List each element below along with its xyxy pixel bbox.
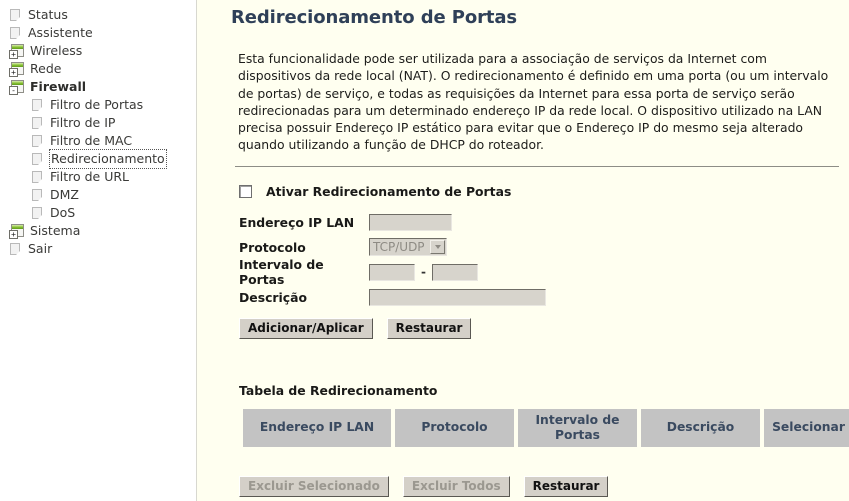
form-button-row: Adicionar/Aplicar Restaurar <box>239 317 849 339</box>
page-icon <box>31 188 44 202</box>
page-icon <box>9 26 22 40</box>
router-admin-page: Status Assistente + Wireless + Rede - Firewall F… <box>0 0 849 501</box>
enable-port-forwarding-checkbox[interactable] <box>239 185 252 199</box>
sidebar-item-redirecionamento[interactable]: Redirecionamento <box>0 149 196 169</box>
table-column-header: Protocolo <box>395 408 514 447</box>
sidebar-item-label: Rede <box>30 61 62 76</box>
sidebar-item-label: Sistema <box>30 223 81 238</box>
sidebar-item-label: Assistente <box>28 25 93 40</box>
sidebar-item-dos[interactable]: DoS <box>0 204 196 222</box>
page-icon <box>31 116 44 130</box>
table-column-header: Intervalo de Portas <box>518 408 637 447</box>
section-divider <box>235 165 839 167</box>
sidebar-item-label: Redirecionamento <box>49 149 167 169</box>
folder-icon: + <box>9 61 24 77</box>
sidebar-item-label: Filtro de MAC <box>50 133 133 148</box>
description-label: Descrição <box>239 289 307 305</box>
protocol-row: Protocolo TCP/UDP <box>239 235 849 260</box>
reset-button[interactable]: Restaurar <box>386 317 472 339</box>
page-icon <box>31 152 44 166</box>
sidebar-item-label: Sair <box>28 241 53 256</box>
table-column-header: Endereço IP LAN <box>243 408 391 447</box>
sidebar-item-filtro-de-url[interactable]: Filtro de URL <box>0 168 196 186</box>
collapse-icon[interactable]: - <box>9 85 18 95</box>
port-range-end-input[interactable] <box>432 263 478 281</box>
table-header-row: Endereço IP LAN Protocolo Intervalo de Por… <box>243 408 849 447</box>
expand-icon[interactable]: + <box>9 229 18 239</box>
sidebar-item-assistente[interactable]: Assistente <box>0 24 196 42</box>
table-button-row: Excluir Selecionado Excluir Todos Restau… <box>239 475 849 497</box>
sidebar-item-label: Filtro de URL <box>50 169 130 184</box>
sidebar-item-status[interactable]: Status <box>0 6 196 24</box>
sidebar-item-label: Wireless <box>30 43 83 58</box>
forwarding-table-title: Tabela de Redirecionamento <box>239 382 438 398</box>
tree-root: Status Assistente + Wireless + Rede - Firewall F… <box>0 6 196 258</box>
sidebar-item-label: DoS <box>50 205 76 220</box>
page-description: Esta funcionalidade pode ser utilizada p… <box>238 51 829 153</box>
table-reset-button[interactable]: Restaurar <box>523 475 609 497</box>
protocol-select[interactable]: TCP/UDP <box>369 238 447 257</box>
port-range-separator: - <box>421 265 426 280</box>
page-icon <box>31 206 44 220</box>
sidebar-item-label: Status <box>28 7 68 22</box>
enable-forwarding-row: Ativar Redirecionamento de Portas <box>239 182 849 202</box>
page-icon <box>31 98 44 112</box>
table-column-header: Descrição <box>641 408 760 447</box>
sidebar-item-firewall[interactable]: - Firewall <box>0 78 196 96</box>
add-apply-button[interactable]: Adicionar/Aplicar <box>239 317 373 339</box>
description-row: Descrição <box>239 285 849 310</box>
port-range-row: Intervalo de Portas - <box>239 257 849 288</box>
page-title: Redirecionamento de Portas <box>231 7 518 28</box>
chevron-down-icon[interactable] <box>430 240 445 255</box>
lan-ip-label: Endereço IP LAN <box>239 214 355 230</box>
description-input[interactable] <box>369 288 546 306</box>
sidebar-item-rede[interactable]: + Rede <box>0 60 196 78</box>
forwarding-table: Endereço IP LAN Protocolo Intervalo de Por… <box>239 408 849 447</box>
folder-icon: - <box>9 79 24 95</box>
table-column-header: Selecionar <box>764 408 849 447</box>
main-content-panel: Redirecionamento de Portas Esta funciona… <box>197 0 849 501</box>
sidebar-item-label: Filtro de IP <box>50 115 116 130</box>
expand-icon[interactable]: + <box>9 49 18 59</box>
protocol-selected-value: TCP/UDP <box>373 240 425 255</box>
port-range-start-input[interactable] <box>369 263 415 281</box>
port-forwarding-form: Ativar Redirecionamento de Portas Endere… <box>239 182 849 339</box>
sidebar-navigation-tree: Status Assistente + Wireless + Rede - Firewall F… <box>0 0 197 501</box>
sidebar-item-sair[interactable]: Sair <box>0 240 196 258</box>
protocol-label: Protocolo <box>239 239 306 255</box>
port-range-label: Intervalo de Portas <box>239 257 324 288</box>
page-icon <box>9 8 22 22</box>
sidebar-item-filtro-de-ip[interactable]: Filtro de IP <box>0 114 196 132</box>
delete-selected-button[interactable]: Excluir Selecionado <box>239 475 389 497</box>
expand-icon[interactable]: + <box>9 67 18 77</box>
sidebar-item-wireless[interactable]: + Wireless <box>0 42 196 60</box>
sidebar-item-sistema[interactable]: + Sistema <box>0 222 196 240</box>
sidebar-item-label: Filtro de Portas <box>50 97 144 112</box>
folder-icon: + <box>9 43 24 59</box>
folder-icon: + <box>9 223 24 239</box>
page-icon <box>31 170 44 184</box>
sidebar-item-label: DMZ <box>50 187 79 202</box>
sidebar-item-filtro-de-portas[interactable]: Filtro de Portas <box>0 96 196 114</box>
lan-ip-input[interactable] <box>369 213 452 231</box>
sidebar-item-dmz[interactable]: DMZ <box>0 186 196 204</box>
delete-all-button[interactable]: Excluir Todos <box>402 475 510 497</box>
enable-port-forwarding-label: Ativar Redirecionamento de Portas <box>266 184 512 200</box>
page-icon <box>9 242 22 256</box>
page-icon <box>31 134 44 148</box>
sidebar-item-filtro-de-mac[interactable]: Filtro de MAC <box>0 132 196 150</box>
sidebar-item-label: Firewall <box>30 79 87 94</box>
lan-ip-row: Endereço IP LAN <box>239 210 849 235</box>
